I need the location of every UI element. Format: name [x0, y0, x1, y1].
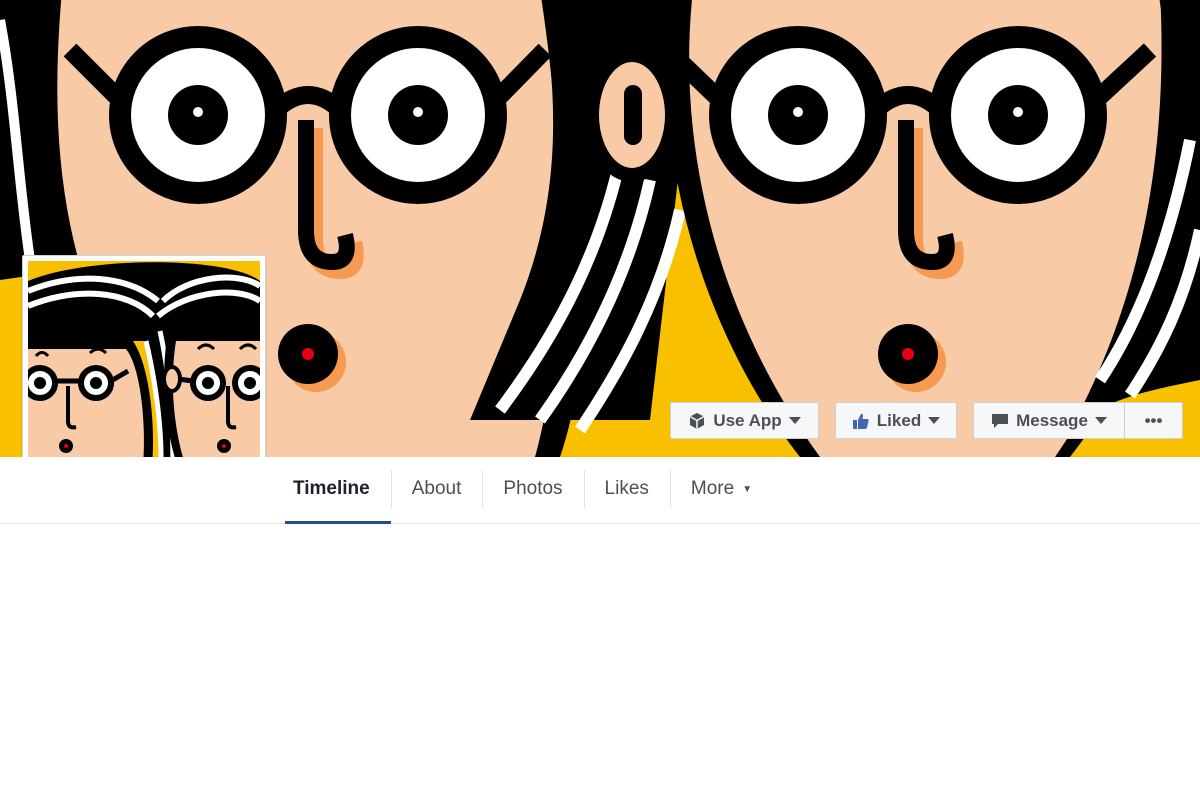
tab-likes[interactable]: Likes — [583, 457, 670, 521]
tab-label: About — [411, 478, 462, 499]
tab-label: Photos — [503, 478, 563, 499]
tab-photos[interactable]: Photos — [482, 457, 583, 521]
use-app-label: Use App — [713, 410, 782, 430]
liked-button[interactable]: Liked — [835, 402, 957, 439]
profile-tab-bar: Timeline About Photos Likes More ▼ — [0, 457, 1200, 524]
tab-label: More — [690, 478, 735, 499]
cover-actions: Use App Liked Message ••• — [0, 402, 1200, 440]
tab-label: Timeline — [293, 478, 370, 499]
tab-label: Likes — [604, 478, 649, 499]
more-options-dots: ••• — [1144, 410, 1163, 430]
caret-down-icon — [1094, 416, 1107, 425]
tab-timeline[interactable]: Timeline — [272, 457, 391, 524]
message-label: Message — [1016, 410, 1088, 430]
liked-label: Liked — [876, 410, 922, 430]
message-button[interactable]: Message — [973, 402, 1125, 439]
profile-tabs: Timeline About Photos Likes More ▼ — [272, 457, 773, 524]
more-options-button[interactable]: ••• — [1124, 402, 1183, 439]
use-app-button[interactable]: Use App — [670, 402, 819, 439]
thumbs-up-icon — [852, 412, 870, 430]
caret-down-icon — [928, 416, 941, 425]
caret-down-icon: ▼ — [742, 483, 753, 495]
tab-about[interactable]: About — [390, 457, 483, 521]
caret-down-icon — [788, 416, 801, 425]
speech-bubble-icon — [991, 412, 1009, 430]
tab-more[interactable]: More ▼ — [669, 457, 773, 521]
cube-icon — [688, 412, 706, 430]
page-root: Use App Liked Message ••• Timeline About… — [0, 0, 1200, 797]
